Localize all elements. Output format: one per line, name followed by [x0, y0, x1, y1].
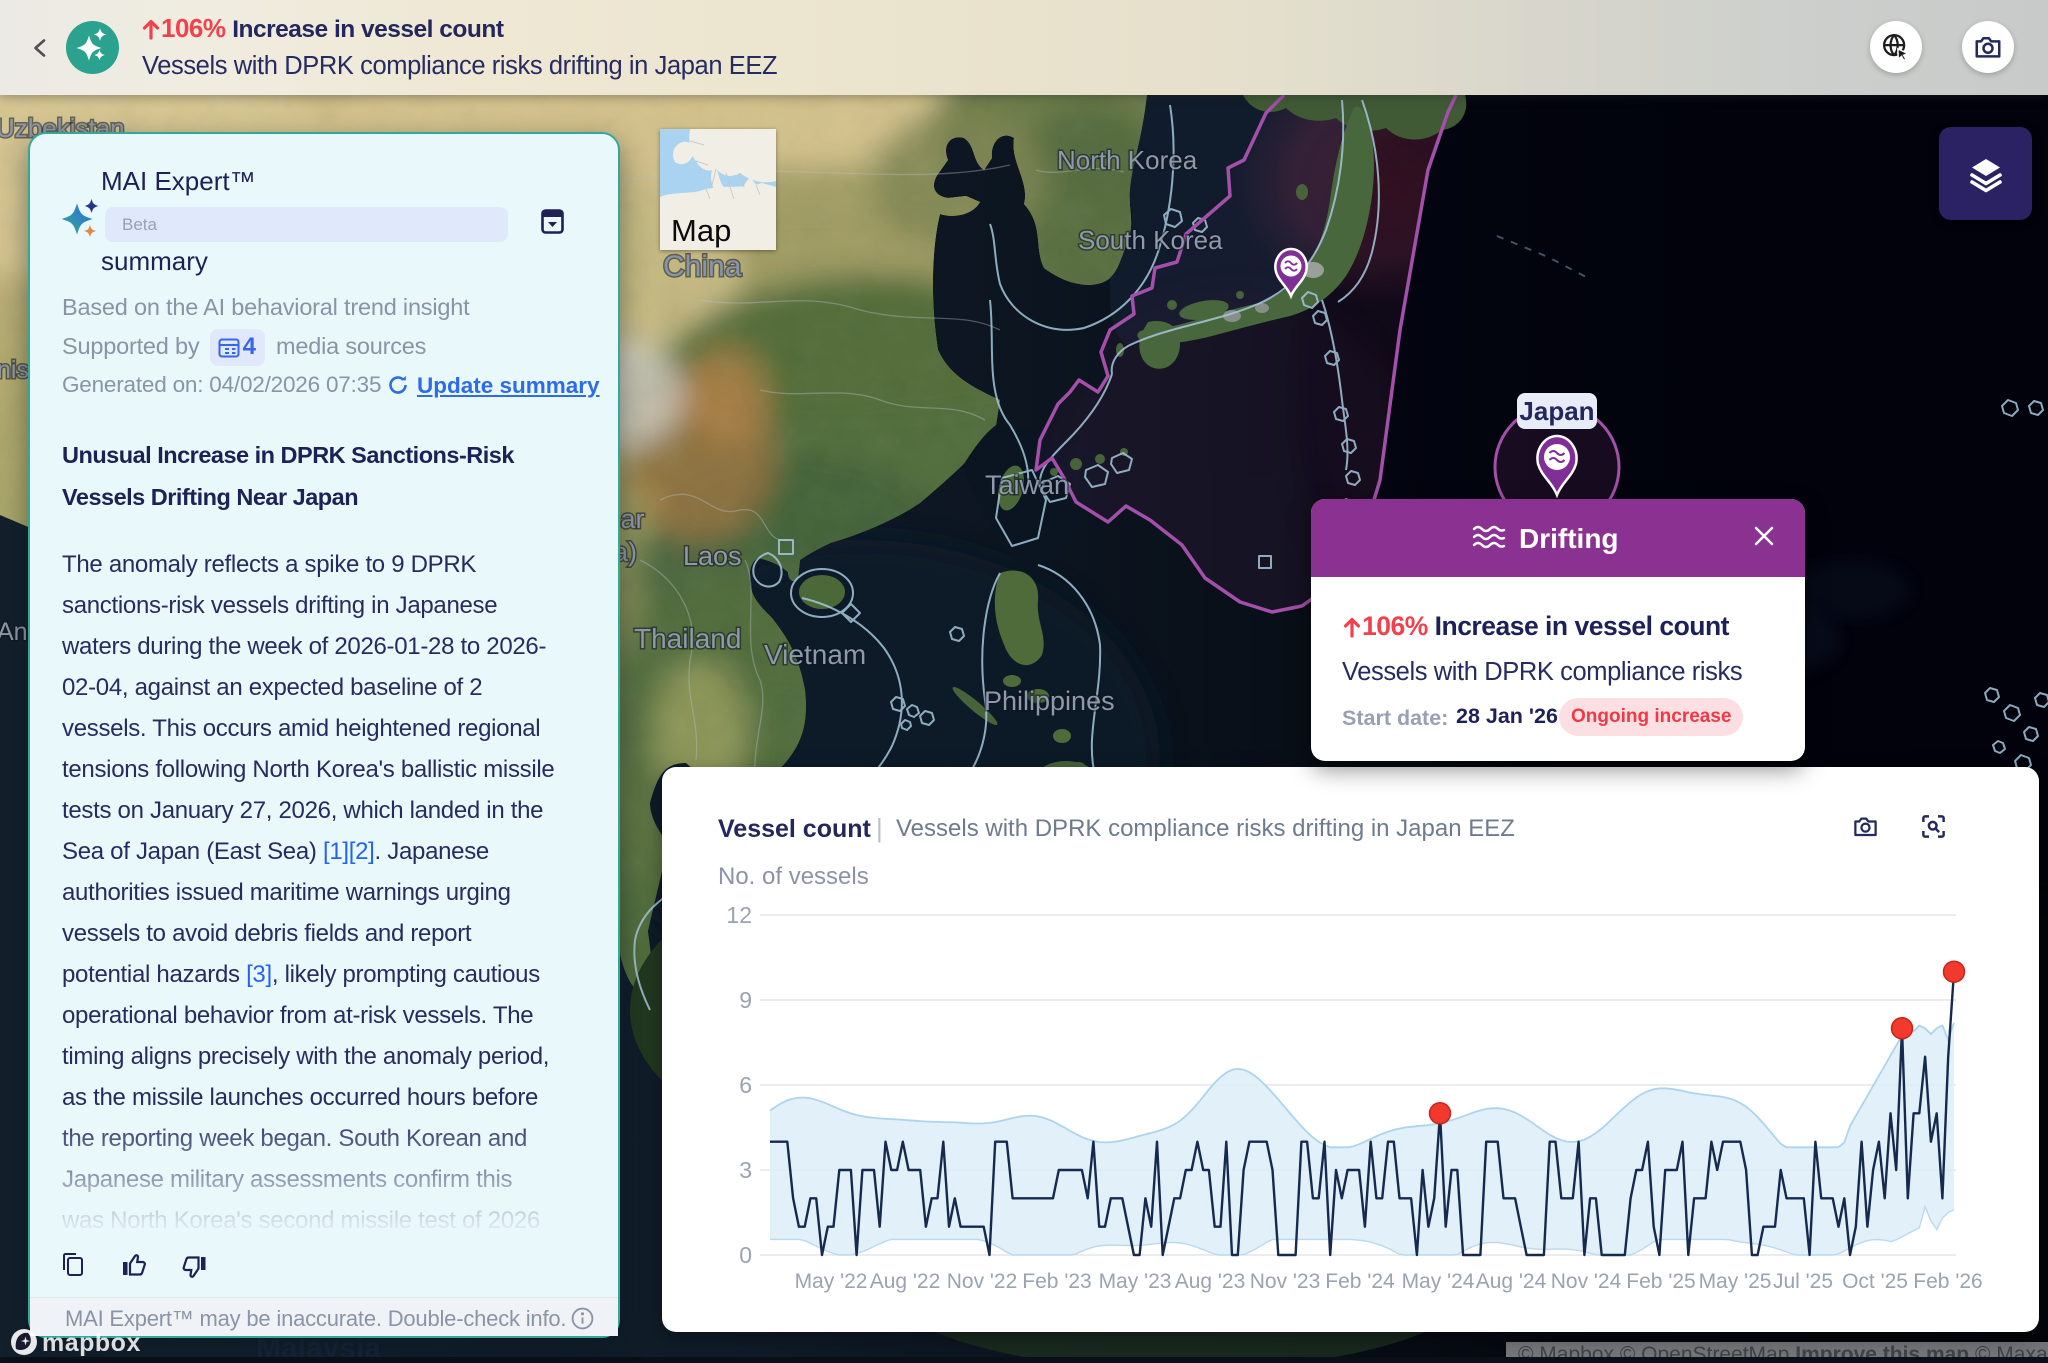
svg-text:May '22: May '22	[795, 1270, 868, 1293]
svg-text:North Korea: North Korea	[1057, 145, 1198, 175]
svg-text:nis: nis	[0, 356, 29, 384]
svg-text:9: 9	[739, 987, 752, 1013]
svg-text:Japan: Japan	[1519, 396, 1594, 426]
svg-text:South Korea: South Korea	[1078, 225, 1223, 255]
svg-text:China: China	[663, 250, 742, 283]
svg-text:Feb '24: Feb '24	[1325, 1270, 1395, 1293]
svg-text:Nov '22: Nov '22	[947, 1270, 1018, 1293]
svg-text:Aug '24: Aug '24	[1476, 1270, 1547, 1293]
svg-text:Feb '25: Feb '25	[1626, 1270, 1695, 1293]
svg-text:An: An	[0, 618, 28, 646]
svg-text:May '24: May '24	[1402, 1270, 1475, 1293]
svg-text:0: 0	[739, 1242, 752, 1268]
svg-text:Oct '25: Oct '25	[1842, 1270, 1908, 1293]
svg-text:Jul '25: Jul '25	[1773, 1270, 1833, 1293]
svg-text:Laos: Laos	[683, 541, 742, 571]
svg-text:Thailand: Thailand	[634, 623, 741, 654]
svg-text:Feb '23: Feb '23	[1022, 1270, 1091, 1293]
svg-text:Nov '23: Nov '23	[1250, 1270, 1321, 1293]
svg-text:Aug '22: Aug '22	[870, 1270, 941, 1293]
svg-text:12: 12	[726, 902, 752, 928]
svg-text:Feb '26: Feb '26	[1913, 1270, 1982, 1293]
svg-text:Nov '24: Nov '24	[1551, 1270, 1622, 1293]
svg-text:May '23: May '23	[1099, 1270, 1172, 1293]
svg-text:Philippines: Philippines	[984, 686, 1115, 716]
svg-text:Aug '23: Aug '23	[1175, 1270, 1246, 1293]
svg-text:mapbox: mapbox	[42, 1329, 141, 1357]
svg-text:Taiwan: Taiwan	[985, 470, 1069, 500]
svg-text:6: 6	[739, 1072, 752, 1098]
svg-text:Vietnam: Vietnam	[764, 639, 866, 670]
svg-text:May '25: May '25	[1699, 1270, 1772, 1293]
svg-text:3: 3	[739, 1157, 752, 1183]
